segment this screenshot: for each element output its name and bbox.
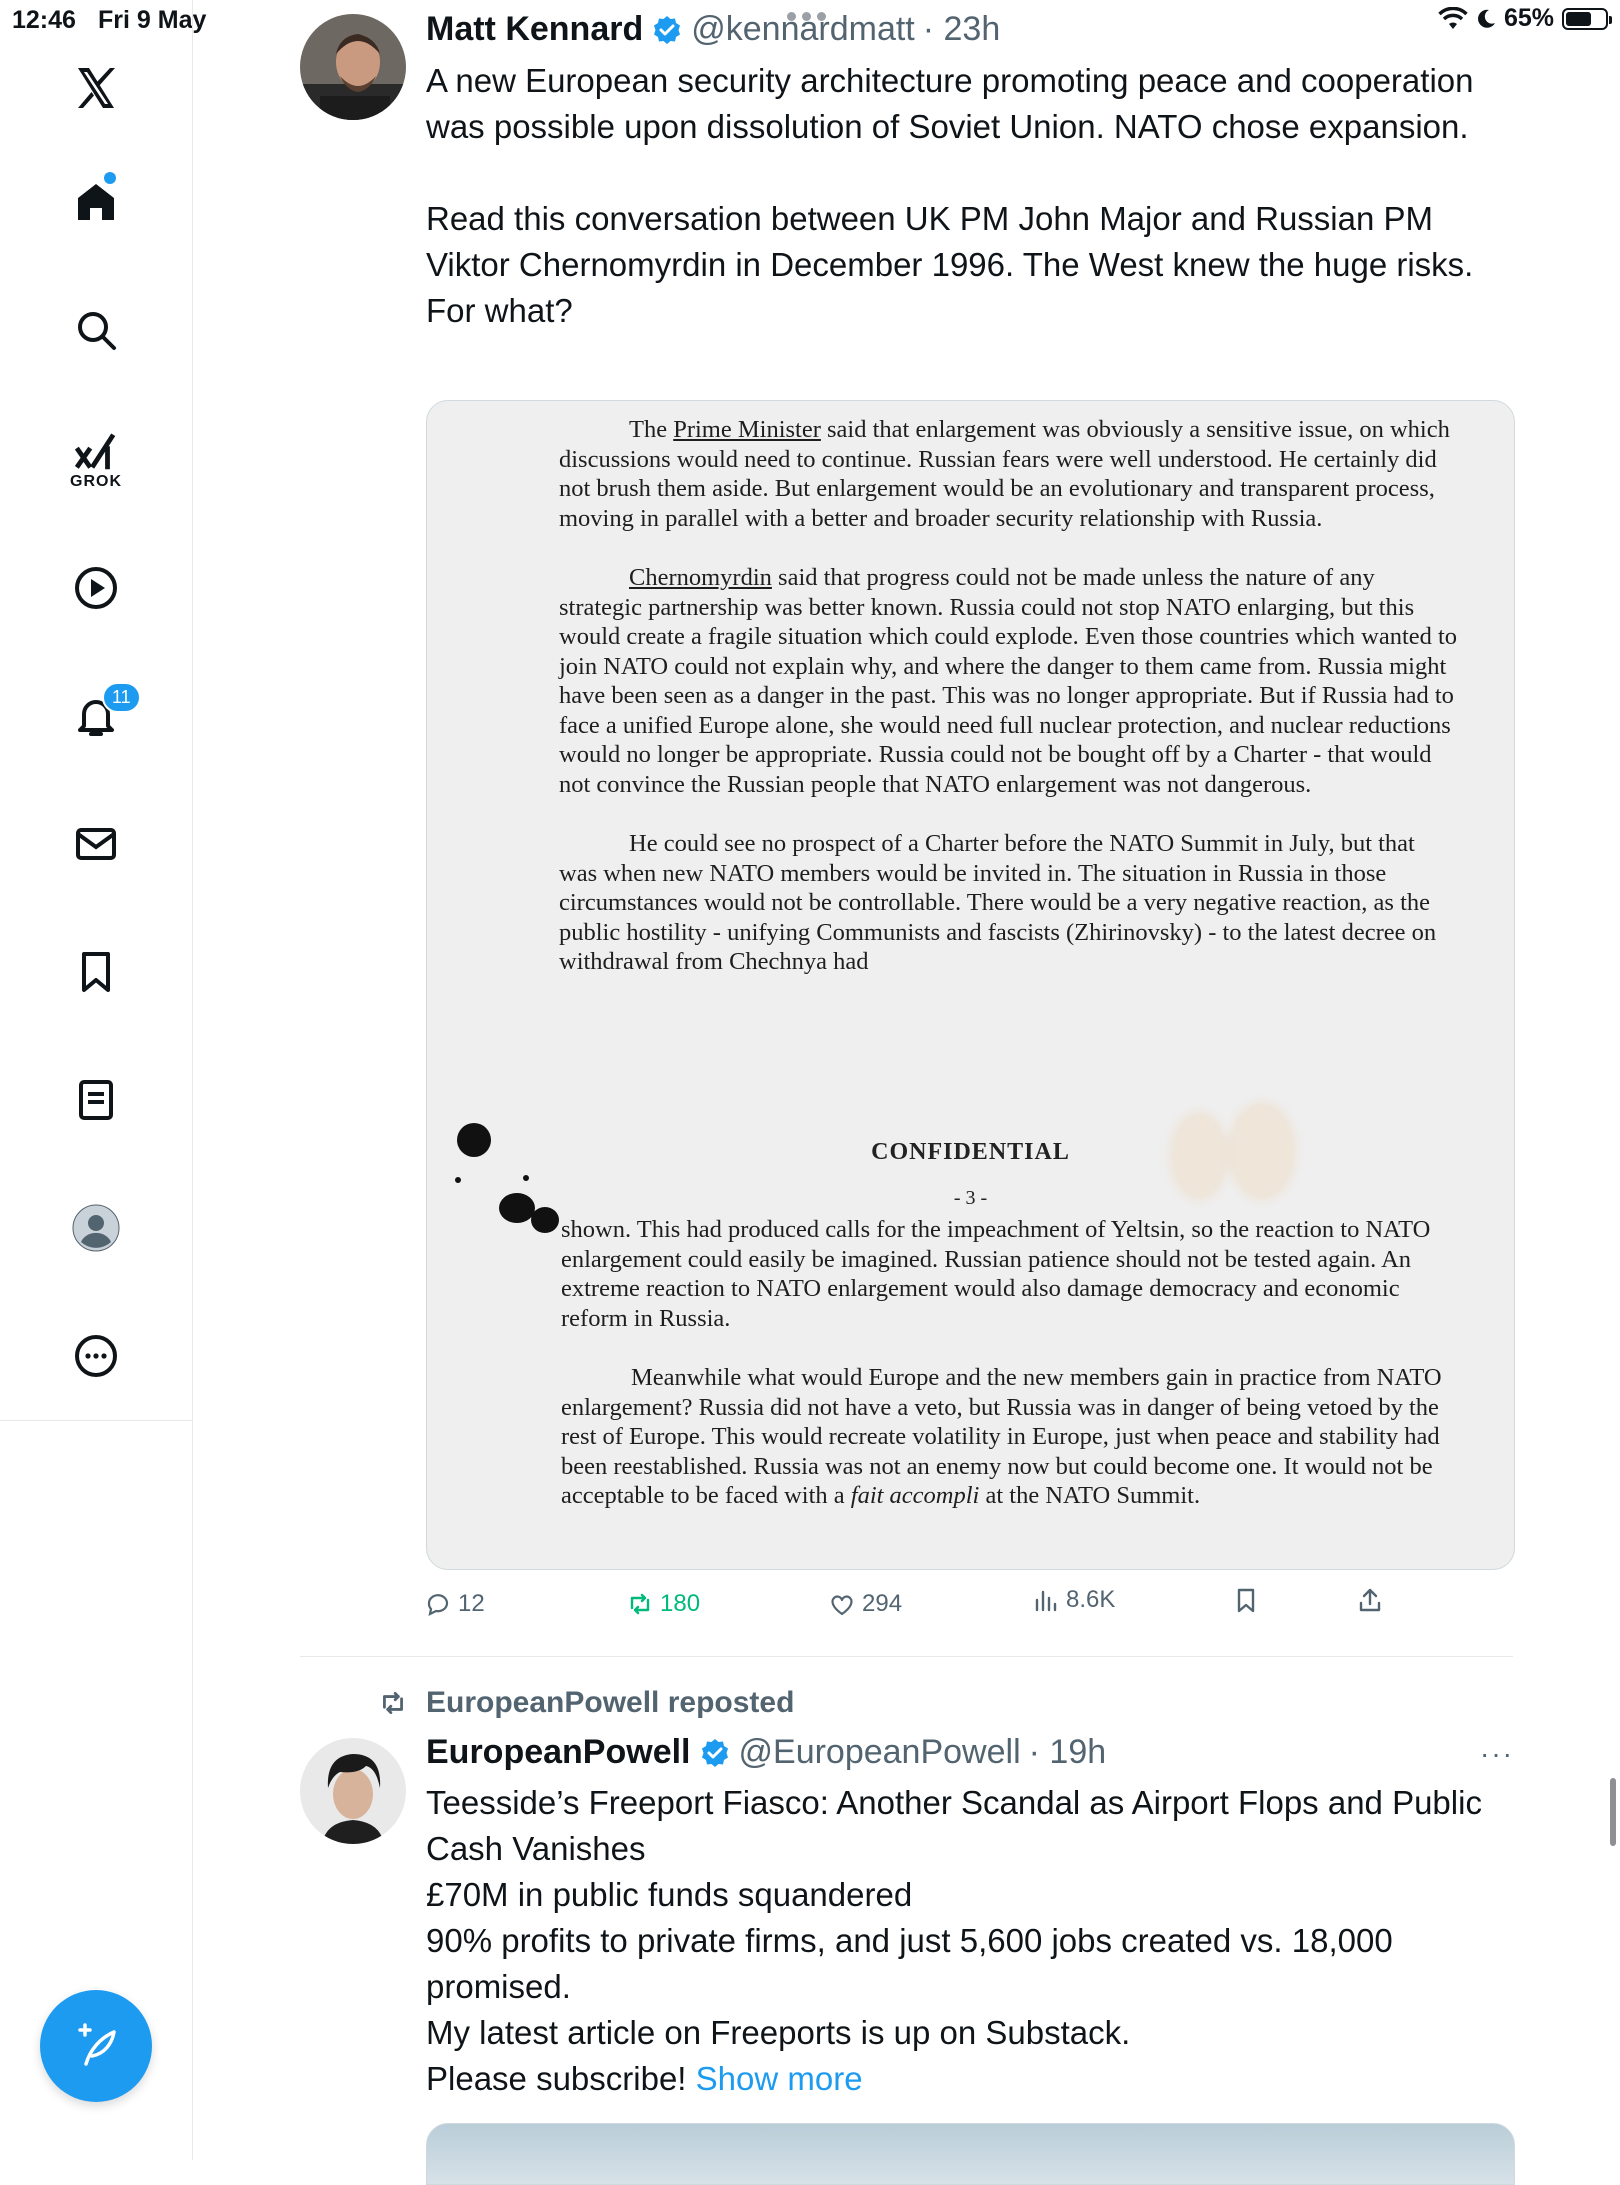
repost-button[interactable]: 180 [626,1590,700,1618]
author-handle[interactable]: @kennardmatt [691,10,915,49]
verified-badge-icon [654,15,681,44]
repost-icon [630,1593,650,1615]
document-paragraph: He could see no prospect of a Charter be… [559,830,1437,975]
tweet-line: Please subscribe! Show more [426,2060,863,2097]
repost-label: EuropeanPowell reposted [426,1686,795,1719]
reply-bubble-icon [427,1594,449,1616]
post-time[interactable]: · 19h [1029,1733,1107,1772]
nav-grok[interactable]: GROK [46,420,146,500]
bookmark-icon [1237,1588,1255,1613]
home-icon [78,184,114,220]
like-button[interactable]: 294 [828,1590,902,1618]
tweet-line: My latest article on Freeports is up on … [426,2014,1131,2051]
tweet-author-avatar[interactable] [300,14,406,120]
show-more-link[interactable]: Show more [696,2060,863,2097]
status-indicators: 65% [1438,4,1612,33]
document-text-bottom: shown. This had produced calls for the i… [561,1215,1466,1541]
nav-explore[interactable] [46,290,146,370]
notification-badge: 11 [102,682,141,713]
nav-profile[interactable] [46,1188,146,1268]
nav-messages[interactable] [46,804,146,884]
battery-percent: 65% [1503,4,1554,32]
list-document-icon [79,1080,113,1120]
tweet-header: EuropeanPowell @EuropeanPowell · 19h [426,1733,1106,1772]
ink-blot [531,1207,559,1233]
tweet-line: 90% profits to private firms, and just 5… [426,1922,1393,2005]
tweet-action-bar: 12 180 294 8.6K [420,1586,1520,1630]
tweet-paragraph: A new European security architecture pro… [426,62,1474,145]
like-count: 294 [862,1590,903,1617]
home-unread-dot [104,172,116,184]
nav-more[interactable] [46,1316,146,1396]
search-icon [78,312,116,350]
document-paragraph: Meanwhile what would Europe and the new … [561,1364,1442,1509]
document-text-top: The Prime Minister said that enlargement… [559,415,1459,1007]
document-page-number: - 3 - [953,1187,988,1209]
reply-button[interactable]: 12 [424,1590,485,1618]
tweet-body: A new European security architecture pro… [426,58,1516,334]
bookmark-button[interactable] [1232,1586,1260,1614]
reply-count: 12 [458,1590,485,1617]
repost-context[interactable]: EuropeanPowell reposted [376,1686,794,1720]
tweet-media-preview[interactable] [426,2123,1515,2185]
document-underlined-name: Prime Minister [673,416,821,443]
tweet-image-document[interactable]: The Prime Minister said that enlargement… [426,400,1515,1570]
heart-icon [831,1595,853,1616]
tweet-divider [300,1656,1513,1657]
document-italic-phrase: fait accompli [850,1482,980,1509]
post-time[interactable]: · 23h [923,10,1001,49]
document-paragraph: shown. This had produced calls for the i… [561,1216,1431,1332]
document-paragraph: Chernomyrdin said that progress could no… [559,564,1458,798]
share-icon [1359,1588,1381,1612]
profile-avatar-icon [72,1204,120,1252]
nav-notifications[interactable]: 11 [46,676,146,756]
verified-badge-icon [701,1738,728,1767]
nav-bookmarks[interactable] [46,932,146,1012]
views-count: 8.6K [1066,1586,1116,1613]
tweet-header: Matt Kennard @kennardmatt · 23h [426,10,1000,49]
nav-lists[interactable] [46,1060,146,1140]
x-logo-icon[interactable] [46,48,146,128]
sidebar-nav: GROK 11 [0,0,193,2160]
tweet-line: Teesside’s Freeport Fiasco: Another Scan… [426,1784,1482,1867]
nav-video[interactable] [46,548,146,628]
author-name[interactable]: EuropeanPowell [426,1733,691,1772]
nav-home[interactable] [46,162,146,242]
more-options-button[interactable]: ··· [1480,1738,1514,1770]
views-button[interactable]: 8.6K [1032,1586,1115,1614]
tweet-line: £70M in public funds squandered [426,1876,913,1913]
battery-icon [1562,7,1612,30]
share-button[interactable] [1356,1586,1384,1614]
more-circle-icon [75,1335,117,1377]
tweet-body: Teesside’s Freeport Fiasco: Another Scan… [426,1780,1506,2102]
views-chart-icon [1035,1590,1057,1612]
play-circle-icon [75,567,117,609]
tweet-author-avatar[interactable] [300,1738,406,1844]
tweet-spacer [426,150,1516,196]
repost-count: 180 [660,1590,701,1617]
scroll-indicator[interactable] [1610,1778,1616,1846]
compose-post-button[interactable] [40,1990,152,2102]
compose-feather-icon [78,2023,116,2066]
bookmark-icon [82,952,110,992]
document-underlined-name: Chernomyrdin [629,564,772,591]
author-handle[interactable]: @EuropeanPowell [739,1733,1021,1772]
repost-icon [383,1691,403,1715]
grok-icon [74,433,116,470]
document-paragraph: The Prime Minister said that enlargement… [559,416,1450,532]
tweet-paragraph: Read this conversation between UK PM Joh… [426,200,1474,329]
moon-icon [1478,9,1495,28]
document-confidential-label: CONFIDENTIAL [871,1139,1070,1165]
wifi-icon [1438,6,1468,29]
mail-icon [76,828,116,860]
author-name[interactable]: Matt Kennard [426,10,643,49]
nav-divider [0,1420,192,1421]
grok-label: GROK [70,473,122,490]
